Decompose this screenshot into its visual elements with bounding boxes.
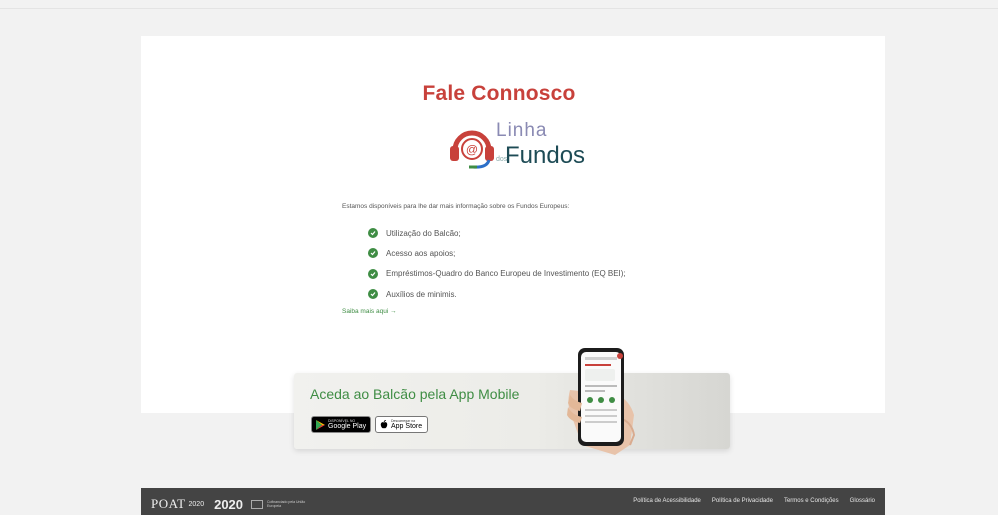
check-circle-icon xyxy=(368,268,378,279)
list-item-label: Empréstimos-Quadro do Banco Europeu de I… xyxy=(386,269,626,279)
app-store-label: App Store xyxy=(391,422,423,430)
footer-link-terms[interactable]: Termos e Condições xyxy=(784,498,839,504)
eu-flag-icon xyxy=(251,499,264,509)
topics-list: Utilização do Balcão; Acesso aos apoios;… xyxy=(368,223,626,304)
page-title: Fale Connosco xyxy=(422,82,576,105)
logo-word-fundos: Fundos xyxy=(505,142,586,169)
footer-link-glossary[interactable]: Glossário xyxy=(850,498,875,504)
list-item: Empréstimos-Quadro do Banco Europeu de I… xyxy=(368,264,626,284)
poat-logo-year: 2020 xyxy=(188,500,205,508)
footer-link-privacy[interactable]: Política de Privacidade xyxy=(712,498,773,504)
learn-more-link[interactable]: Saiba mais aqui → xyxy=(342,308,397,315)
app-store-button[interactable]: Descarregar na App Store xyxy=(375,416,428,433)
linha-dos-fundos-logo: @ Linha dos Fundos xyxy=(447,118,597,174)
google-play-label: Google Play xyxy=(328,422,367,430)
check-circle-icon xyxy=(368,228,378,239)
list-item-label: Utilização do Balcão; xyxy=(386,228,461,238)
site-footer: POAT 2020 2020 Cofinanciado pela União E… xyxy=(141,488,885,515)
app-banner-title: Aceda ao Balcão pela App Mobile xyxy=(310,386,520,402)
footer-links: Política de Acessibilidade Política de P… xyxy=(633,498,875,504)
google-play-icon xyxy=(316,419,325,430)
list-item-label: Auxílios de minimis. xyxy=(386,289,457,299)
check-circle-icon xyxy=(368,248,378,259)
eu-cofinancing-text: Cofinanciado pela União Europeia xyxy=(267,500,306,508)
list-item-label: Acesso aos apoios; xyxy=(386,248,456,258)
top-divider xyxy=(0,8,998,9)
logo-word-linha: Linha xyxy=(496,120,548,141)
footer-link-accessibility[interactable]: Política de Acessibilidade xyxy=(633,498,701,504)
headset-at-icon: @ xyxy=(450,130,494,169)
list-item: Auxílios de minimis. xyxy=(368,284,626,304)
poat-logo: POAT xyxy=(151,496,186,511)
google-play-button[interactable]: DISPONÍVEL NO Google Play xyxy=(311,416,371,433)
list-item: Utilização do Balcão; xyxy=(368,223,626,243)
check-circle-icon xyxy=(368,289,378,300)
list-item: Acesso aos apoios; xyxy=(368,243,626,263)
apple-icon xyxy=(380,420,388,429)
phone-in-hand-image xyxy=(560,345,680,455)
svg-text:@: @ xyxy=(466,143,478,157)
portugal-2020-logo: 2020 xyxy=(214,496,244,512)
footer-logos: POAT 2020 2020 Cofinanciado pela União E… xyxy=(151,496,307,512)
intro-text: Estamos disponíveis para lhe dar mais in… xyxy=(342,203,570,210)
